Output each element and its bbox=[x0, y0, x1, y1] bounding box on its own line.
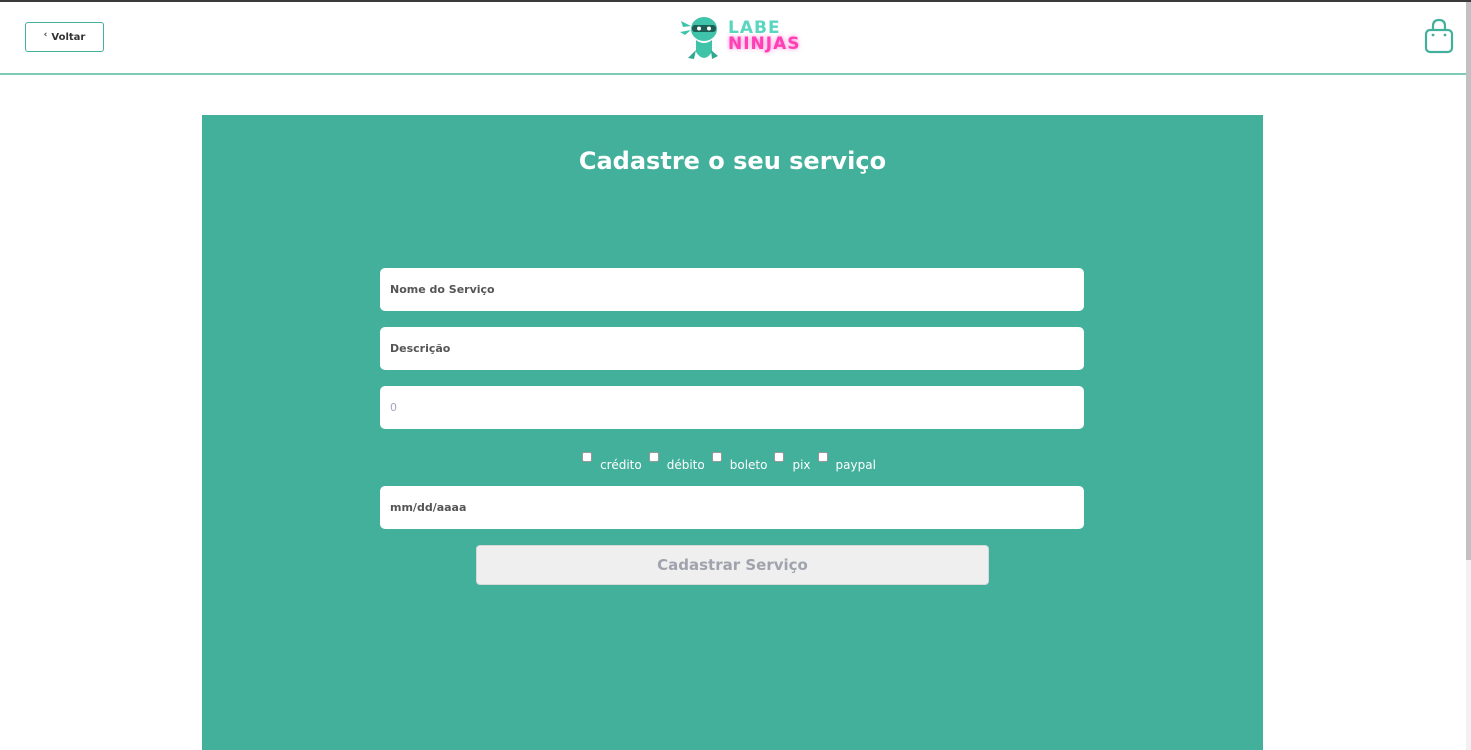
shopping-bag-icon[interactable] bbox=[1422, 18, 1456, 54]
logo-wordmark: LABE NINJAS bbox=[728, 20, 801, 54]
checkbox[interactable] bbox=[648, 452, 659, 462]
description-input[interactable] bbox=[380, 327, 1084, 370]
checkbox[interactable] bbox=[774, 452, 785, 462]
payment-option-label: crédito bbox=[600, 458, 642, 472]
payment-option-label: boleto bbox=[729, 458, 768, 472]
payment-option-credito[interactable]: crédito bbox=[582, 452, 642, 472]
payment-methods: crédito débito boleto pix paypal bbox=[202, 452, 1263, 472]
payment-option-pix[interactable]: pix bbox=[774, 452, 811, 472]
labeninjas-logo[interactable]: LABE NINJAS bbox=[678, 12, 820, 62]
chevron-left-icon: ‹ bbox=[43, 30, 48, 40]
deadline-date-input[interactable] bbox=[380, 486, 1084, 529]
app-header: ‹ Voltar LABE NINJAS bbox=[0, 2, 1466, 75]
back-button-label: Voltar bbox=[51, 31, 86, 43]
price-input[interactable] bbox=[380, 386, 1084, 429]
ninja-mascot-icon bbox=[680, 17, 718, 59]
scrollbar-thumb[interactable] bbox=[1466, 2, 1471, 560]
checkbox[interactable] bbox=[817, 452, 828, 462]
register-service-button[interactable]: Cadastrar Serviço bbox=[476, 545, 989, 585]
service-form-panel: Cadastre o seu serviço crédito débito bo… bbox=[202, 115, 1263, 750]
checkbox[interactable] bbox=[582, 452, 593, 462]
payment-option-paypal[interactable]: paypal bbox=[817, 452, 876, 472]
payment-option-label: pix bbox=[792, 458, 811, 472]
service-name-input[interactable] bbox=[380, 268, 1084, 311]
back-button[interactable]: ‹ Voltar bbox=[25, 22, 104, 52]
payment-option-label: paypal bbox=[835, 458, 876, 472]
form-title: Cadastre o seu serviço bbox=[578, 147, 887, 175]
logo-text-ninjas: NINJAS bbox=[728, 34, 801, 54]
payment-option-label: débito bbox=[666, 458, 705, 472]
payment-option-boleto[interactable]: boleto bbox=[711, 452, 768, 472]
checkbox[interactable] bbox=[711, 452, 722, 462]
payment-option-debito[interactable]: débito bbox=[648, 452, 705, 472]
